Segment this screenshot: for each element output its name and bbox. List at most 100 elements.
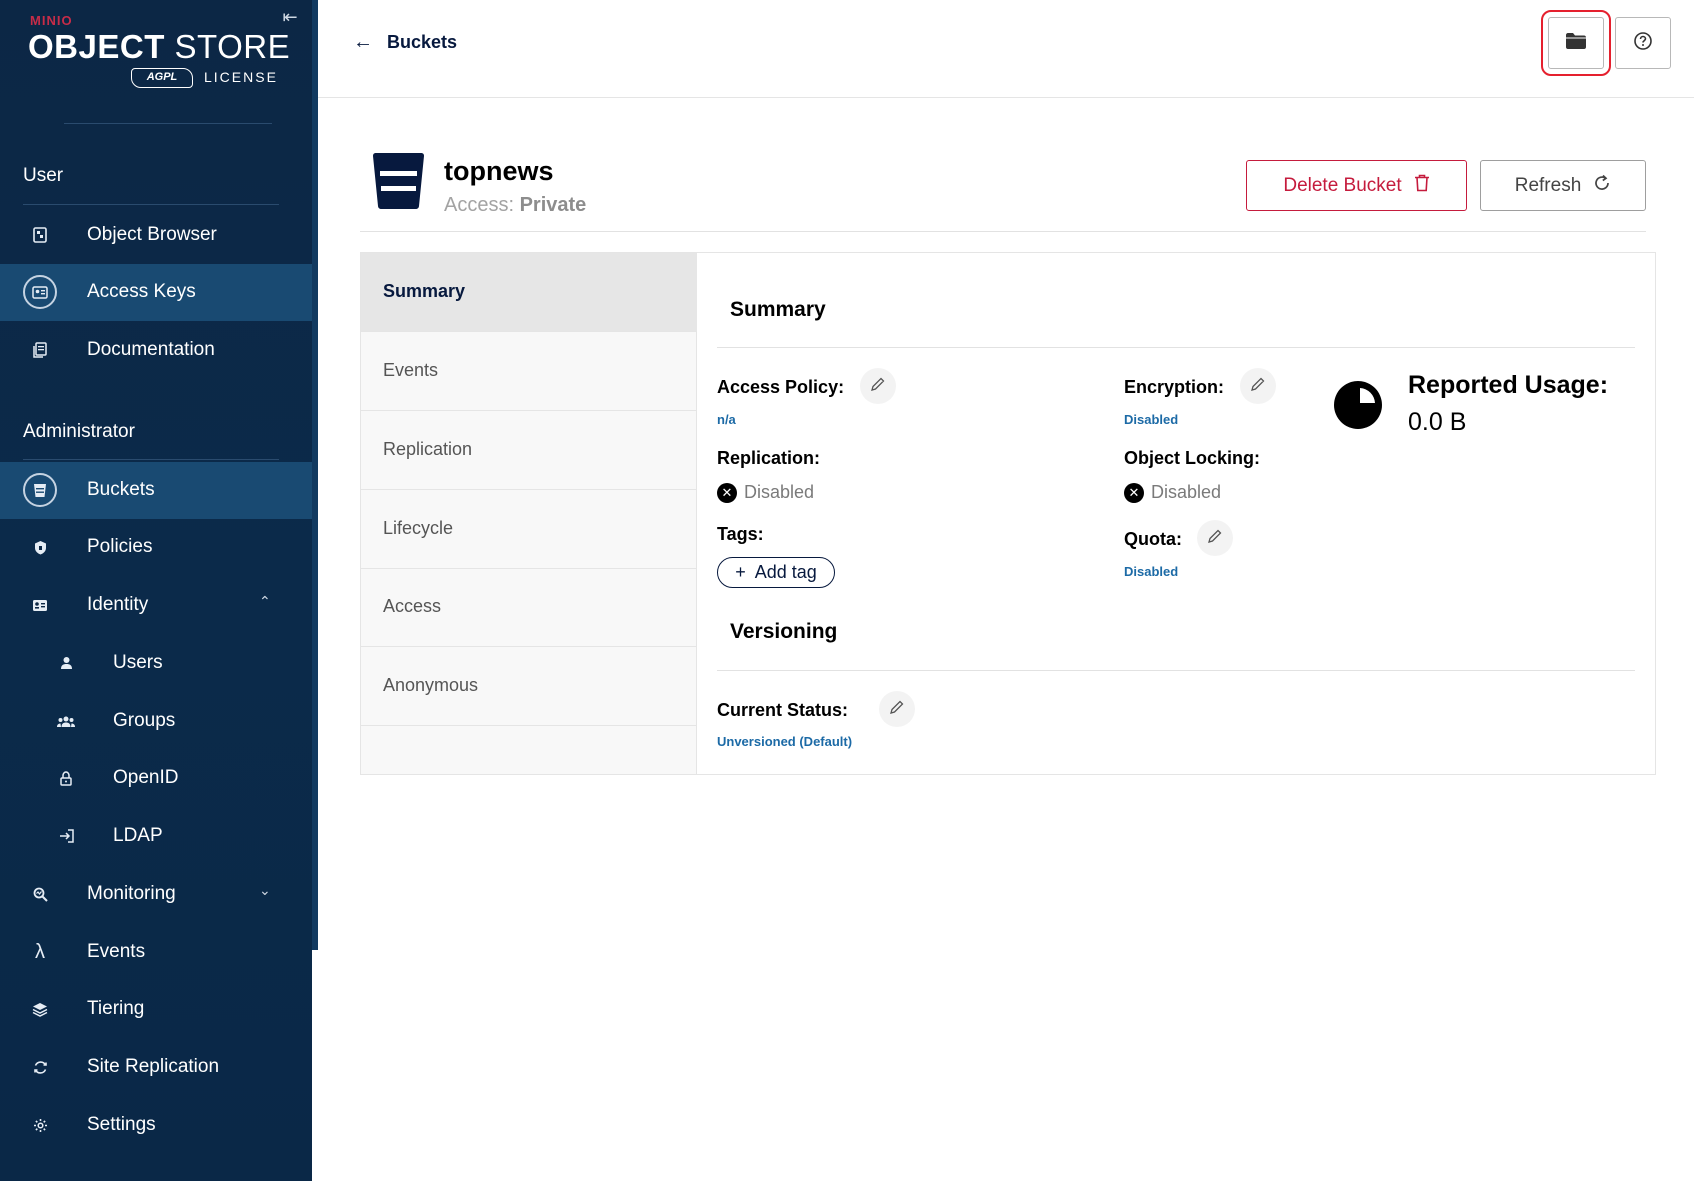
policies-icon: [23, 530, 57, 564]
sidebar-item-label: Policies: [87, 536, 153, 557]
browse-bucket-button[interactable]: [1541, 10, 1611, 76]
trash-icon: [1414, 174, 1430, 198]
section-divider: [23, 459, 279, 460]
add-tag-button[interactable]: + Add tag: [717, 557, 835, 588]
refresh-icon: [1593, 174, 1611, 198]
access-policy-value[interactable]: n/a: [717, 412, 736, 427]
tab-summary[interactable]: Summary: [361, 253, 697, 332]
sidebar-item-settings[interactable]: Settings: [0, 1097, 312, 1154]
sidebar-item-events[interactable]: λ Events: [0, 924, 312, 981]
replication-label: Replication:: [717, 448, 821, 468]
logo-license-text: LICENSE: [204, 69, 278, 85]
current-status-label: Current Status:: [717, 700, 849, 720]
sidebar-scrollbar[interactable]: [312, 0, 318, 950]
sidebar-item-object-browser[interactable]: Object Browser: [0, 207, 312, 264]
encryption-label: Encryption:: [1124, 377, 1225, 397]
edit-encryption-button[interactable]: [1240, 368, 1276, 404]
versioning-title: Versioning: [730, 620, 838, 643]
chevron-down-icon: ⌄: [259, 882, 271, 898]
tab-access[interactable]: Access: [361, 568, 697, 647]
monitoring-icon: [23, 877, 57, 911]
bucket-icon: [371, 152, 426, 210]
folder-icon: [1565, 32, 1587, 55]
sidebar-item-label: Identity: [87, 594, 149, 615]
sidebar-item-openid[interactable]: OpenID: [0, 750, 312, 807]
sidebar-item-monitoring[interactable]: Monitoring ⌄: [0, 866, 312, 923]
sidebar-item-label: Documentation: [87, 339, 215, 360]
back-link-label: Buckets: [387, 32, 458, 52]
sidebar-item-groups[interactable]: Groups: [0, 693, 312, 750]
close-circle-icon: ✕: [1124, 482, 1144, 503]
plus-icon: +: [735, 562, 746, 582]
user-icon: [49, 646, 83, 680]
bucket-details-panel: Summary Events Replication Lifecycle Acc…: [360, 252, 1656, 775]
pencil-icon: [889, 699, 905, 720]
collapse-sidebar-icon[interactable]: ⇤: [279, 6, 301, 28]
summary-divider: [717, 347, 1635, 348]
sidebar-item-access-keys[interactable]: Access Keys: [0, 264, 312, 321]
tab-label: Replication: [383, 439, 473, 459]
usage-pie-icon: [1334, 381, 1382, 429]
sidebar-item-documentation[interactable]: Documentation: [0, 322, 312, 379]
sync-icon: [23, 1050, 57, 1084]
logo-divider: [64, 123, 272, 124]
refresh-button[interactable]: Refresh: [1480, 160, 1646, 211]
identity-icon: [23, 588, 57, 622]
reported-usage-title: Reported Usage:: [1408, 371, 1609, 399]
bucket-access: Access: Private: [444, 194, 586, 217]
lock-icon: [49, 761, 83, 795]
pencil-icon: [1250, 376, 1266, 397]
tags-label: Tags:: [717, 524, 764, 544]
gear-icon: [23, 1108, 57, 1142]
current-status-value[interactable]: Unversioned (Default): [717, 734, 852, 749]
tab-anonymous[interactable]: Anonymous: [361, 647, 697, 726]
logo-license-badge: AGPL: [131, 68, 193, 88]
arrow-left-icon: ←: [353, 31, 373, 53]
add-tag-label: Add tag: [754, 562, 817, 582]
buckets-icon: [23, 473, 57, 507]
bucket-access-value: Private: [519, 194, 587, 216]
sidebar-item-policies[interactable]: Policies: [0, 519, 312, 576]
help-button[interactable]: [1615, 17, 1671, 69]
chevron-up-icon: ⌃: [259, 593, 271, 609]
edit-access-policy-button[interactable]: [860, 368, 896, 404]
sidebar-item-label: Monitoring: [87, 883, 176, 904]
sidebar-item-label: Events: [87, 941, 146, 962]
sidebar-item-label: Access Keys: [87, 281, 196, 302]
tab-lifecycle[interactable]: Lifecycle: [361, 490, 697, 569]
sidebar-item-label: Groups: [113, 710, 176, 731]
tab-label: Anonymous: [383, 675, 479, 695]
tab-events[interactable]: Events: [361, 332, 697, 411]
sidebar-item-identity[interactable]: Identity ⌃: [0, 577, 312, 634]
bucket-name: topnews: [444, 156, 554, 186]
object-browser-icon: [23, 218, 57, 252]
sidebar-item-label: Settings: [87, 1114, 156, 1135]
sidebar-item-label: Tiering: [87, 998, 145, 1019]
sidebar-item-buckets[interactable]: Buckets: [0, 462, 312, 519]
quota-label: Quota:: [1124, 529, 1182, 549]
access-keys-icon: [23, 275, 57, 309]
edit-versioning-button[interactable]: [879, 691, 915, 727]
sidebar-item-tiering[interactable]: Tiering: [0, 981, 312, 1038]
sidebar-item-label: Users: [113, 652, 163, 673]
sidebar-item-ldap[interactable]: LDAP: [0, 808, 312, 865]
documentation-icon: [23, 333, 57, 367]
edit-quota-button[interactable]: [1197, 520, 1233, 556]
pencil-icon: [1207, 528, 1223, 549]
sidebar-item-site-replication[interactable]: Site Replication: [0, 1039, 312, 1096]
refresh-label: Refresh: [1514, 174, 1582, 196]
encryption-value[interactable]: Disabled: [1124, 412, 1178, 427]
summary-title: Summary: [730, 298, 826, 321]
sidebar-item-label: Site Replication: [87, 1056, 220, 1077]
back-to-buckets-link[interactable]: ← Buckets: [353, 31, 457, 54]
tab-replication[interactable]: Replication: [361, 411, 697, 490]
sidebar-item-users[interactable]: Users: [0, 635, 312, 692]
tab-label: Access: [383, 596, 442, 616]
object-locking-value: Disabled: [1151, 482, 1222, 502]
logo-product-bold: OBJECT: [28, 28, 165, 65]
delete-bucket-button[interactable]: Delete Bucket: [1246, 160, 1467, 211]
logo-product-light: STORE: [174, 28, 291, 65]
tab-label: Lifecycle: [383, 518, 454, 538]
quota-value[interactable]: Disabled: [1124, 564, 1178, 579]
sidebar: MINIO OBJECT STORE AGPL LICENSE ⇤ User O…: [0, 0, 312, 1181]
